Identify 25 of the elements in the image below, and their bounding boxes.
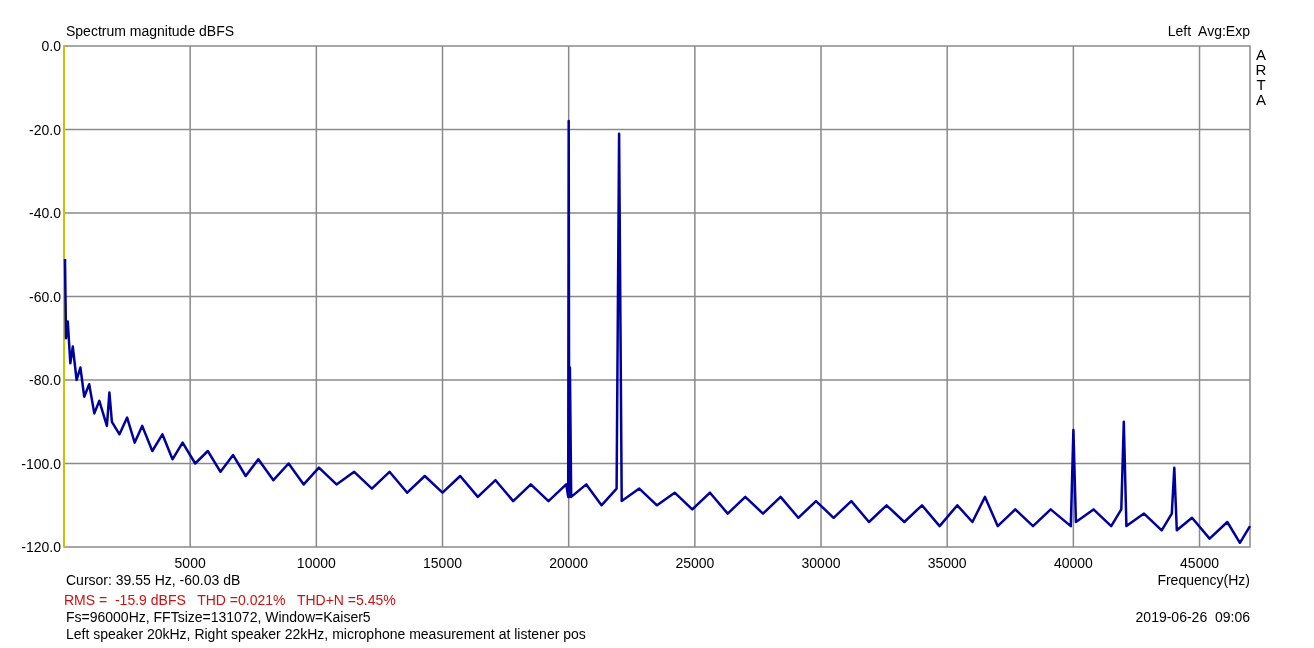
x-tick-label: 45000 (1180, 555, 1219, 571)
x-tick-label: 20000 (549, 555, 589, 571)
x-tick-label: 30000 (801, 555, 841, 571)
y-tick-label: -20.0 (29, 121, 61, 138)
x-tick-label: 35000 (927, 555, 967, 571)
y-tick-label: -40.0 (29, 205, 61, 221)
timestamp: 2019-06-26 09:06 (1135, 609, 1250, 626)
x-tick-label: 25000 (675, 555, 715, 571)
y-tick-label: -100.0 (21, 455, 61, 472)
x-tick-label: 15000 (423, 555, 462, 571)
x-tick-label: 10000 (296, 555, 336, 571)
y-tick-label: -120.0 (21, 539, 61, 555)
channel-info: Left Avg:Exp (1167, 23, 1250, 40)
x-tick-label: 5000 (174, 555, 206, 571)
measurement-note: Left speaker 20kHz, Right speaker 22kHz, microphone measurement at listener pos (66, 626, 586, 643)
chart-title: Spectrum magnitude dBFS (66, 23, 235, 40)
brand-label: ARTA (1255, 46, 1267, 108)
x-tick-label: 40000 (1053, 555, 1093, 571)
y-tick-label: -80.0 (29, 372, 61, 388)
stats-readout: RMS = -15.9 dBFS THD =0.021% THD+N =5.45% (64, 592, 396, 609)
settings-text: Fs=96000Hz, FFTsize=131072, Window=Kaiser5 (66, 609, 371, 626)
y-tick-label: -60.0 (29, 288, 61, 305)
cursor-readout: Cursor: 39.55 Hz, -60.03 dB (66, 572, 241, 589)
y-tick-label: 0.0 (41, 40, 61, 54)
x-axis-label: Frequency(Hz) (1157, 572, 1250, 589)
